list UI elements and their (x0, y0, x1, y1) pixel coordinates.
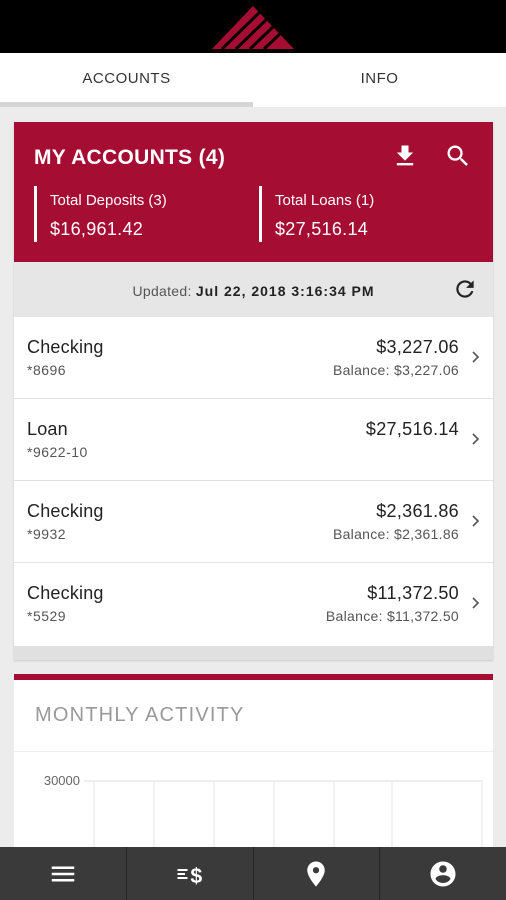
account-number: *8696 (27, 362, 67, 378)
account-amount: $3,227.06 (376, 337, 459, 357)
account-row[interactable]: Checking *5529 $11,372.50 Balance: $11,3… (14, 563, 493, 645)
account-balance: Balance: $11,372.50 (325, 608, 459, 624)
updated-label: Updated: (132, 283, 192, 299)
chevron-right-icon (472, 515, 480, 527)
divider (14, 751, 493, 752)
location-icon (307, 861, 326, 886)
account-balance: Balance: $3,227.06 (332, 362, 459, 378)
transfer-icon: $ (177, 863, 202, 887)
nav-transfer-button[interactable]: $ (127, 847, 254, 900)
account-row[interactable]: Loan *9622-10 $27,516.14 (14, 399, 493, 481)
search-icon[interactable] (444, 142, 472, 170)
account-balance: Balance: $2,361.86 (332, 526, 459, 542)
account-number: *9932 (27, 526, 67, 542)
accounts-card: MY ACCOUNTS (4) Total Deposits (3) $16,9… (14, 122, 493, 660)
account-row[interactable]: Checking *9932 $2,361.86 Balance: $2,361… (14, 481, 493, 563)
nav-menu-button[interactable] (0, 847, 127, 900)
account-amount: $2,361.86 (376, 501, 459, 521)
tab-bar: ACCOUNTS INFO (0, 53, 506, 107)
total-loans-summary: Total Loans (1) $27,516.14 (259, 186, 374, 242)
tab-info[interactable]: INFO (253, 53, 506, 107)
download-icon[interactable] (391, 142, 419, 170)
nav-profile-button[interactable] (380, 847, 506, 900)
total-loans-label: Total Loans (1) (275, 192, 375, 209)
accounts-title: MY ACCOUNTS (4) (34, 146, 226, 169)
bottom-navigation: $ (0, 847, 506, 900)
chevron-right-icon (472, 597, 480, 609)
tab-accounts[interactable]: ACCOUNTS (0, 53, 253, 107)
app-top-bar (0, 0, 506, 53)
refresh-icon[interactable] (452, 276, 478, 302)
chevron-right-icon (472, 433, 480, 445)
total-deposits-value: $16,961.42 (50, 219, 144, 239)
account-amount: $27,516.14 (365, 419, 459, 439)
account-name: Loan (27, 419, 68, 439)
account-name: Checking (27, 337, 104, 357)
menu-icon (51, 866, 75, 881)
profile-icon (430, 861, 456, 886)
updated-timestamp: Jul 22, 2018 3:16:34 PM (195, 283, 375, 299)
total-loans-value: $27,516.14 (275, 219, 369, 239)
accounts-header: MY ACCOUNTS (4) Total Deposits (3) $16,9… (14, 122, 493, 262)
svg-text:$: $ (190, 863, 202, 887)
y-tick-label: 30000 (44, 773, 80, 788)
account-name: Checking (27, 583, 104, 603)
account-name: Checking (27, 501, 104, 521)
account-number: *9622-10 (27, 444, 88, 460)
account-amount: $11,372.50 (367, 583, 459, 603)
total-deposits-summary: Total Deposits (3) $16,961.42 (34, 186, 167, 242)
chevron-right-icon (472, 351, 480, 363)
updated-bar: Updated: Jul 22, 2018 3:16:34 PM (14, 262, 493, 317)
total-deposits-label: Total Deposits (3) (50, 192, 167, 209)
monthly-activity-title: MONTHLY ACTIVITY (35, 704, 245, 726)
card-footer-strip (14, 646, 493, 660)
account-row[interactable]: Checking *8696 $3,227.06 Balance: $3,227… (14, 317, 493, 399)
updated-text: Updated: Jul 22, 2018 3:16:34 PM (14, 283, 493, 299)
nav-location-button[interactable] (254, 847, 381, 900)
account-number: *5529 (27, 608, 67, 624)
bank-logo (212, 6, 294, 49)
